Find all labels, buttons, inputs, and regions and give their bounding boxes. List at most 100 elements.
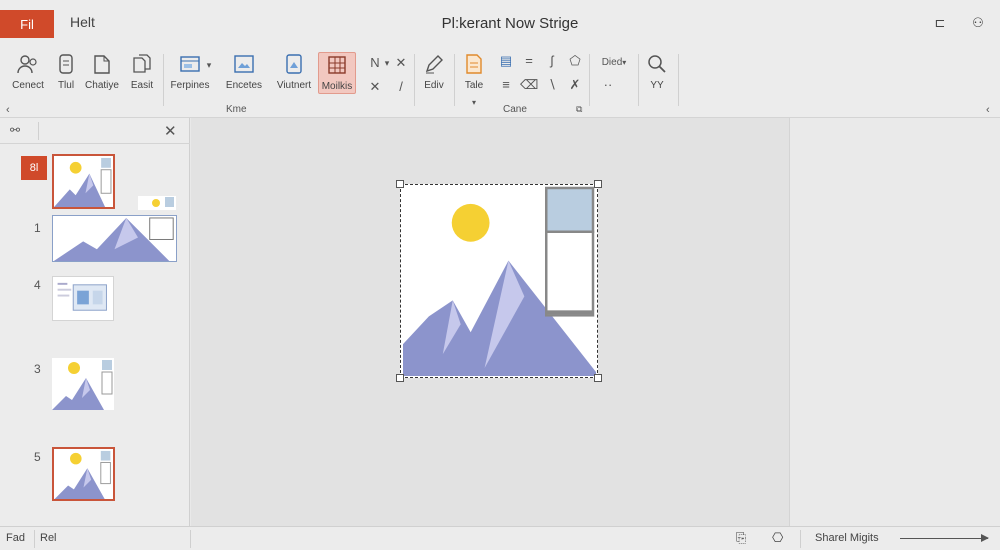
- died-dropdown[interactable]: Died▾: [596, 54, 632, 72]
- slide-thumbnail-mini[interactable]: [138, 196, 176, 210]
- shape-small-icon[interactable]: ⬠: [566, 52, 584, 70]
- file-tab[interactable]: Fil: [0, 10, 54, 38]
- slash-icon[interactable]: ∖: [543, 76, 561, 94]
- group-label-cane: Cane: [503, 104, 527, 115]
- resize-handle-top-right[interactable]: [594, 180, 602, 188]
- pencil-icon: [425, 55, 443, 74]
- ribbon-separator: [589, 54, 590, 106]
- slide-thumbnail[interactable]: [52, 215, 177, 262]
- list-icon[interactable]: ≡: [497, 76, 515, 94]
- comment-icon[interactable]: ⎘: [736, 530, 746, 546]
- minimize-icon[interactable]: ⊏: [928, 12, 952, 34]
- ribbon-separator: [638, 54, 639, 106]
- collapse-ribbon-icon[interactable]: ‹: [6, 104, 10, 116]
- clear-format-icon[interactable]: ✕: [392, 54, 410, 72]
- close-icon[interactable]: ✕: [164, 122, 177, 140]
- slide-number: 1: [34, 221, 41, 235]
- pane-toggle-icon[interactable]: ⚯: [10, 123, 20, 137]
- tell-me-icon[interactable]: ⚇: [966, 12, 990, 34]
- slide-canvas[interactable]: [191, 118, 789, 526]
- tale-label: Tale: [464, 80, 484, 91]
- search-label: YY: [650, 80, 664, 91]
- change-button[interactable]: Chatiye: [84, 52, 120, 94]
- resize-handle-top-left[interactable]: [396, 180, 404, 188]
- italic-icon[interactable]: /: [392, 78, 410, 96]
- pages-icon: [133, 54, 151, 73]
- doc-small-icon[interactable]: ▤: [497, 52, 515, 70]
- slide-thumbnail[interactable]: [52, 276, 114, 321]
- change-label: Chatiye: [85, 80, 119, 91]
- resize-handle-bottom-left[interactable]: [396, 374, 404, 382]
- picture-icon: [234, 55, 254, 73]
- document-title: Pl:kerant Now Strige: [441, 15, 579, 32]
- slide-thumbnails-pane: ⚯ ✕ 8l 1 4 3 5: [0, 118, 190, 526]
- encetes-label: Encetes: [225, 80, 263, 91]
- wrap-icon[interactable]: ʃ: [543, 52, 561, 70]
- slide-image: [53, 217, 174, 261]
- ferpines-label: Ferpines: [170, 80, 210, 91]
- ribbon-separator: [454, 54, 455, 106]
- ribbon-separator: [678, 54, 679, 106]
- layout-icon: [180, 56, 200, 72]
- ribbon-separator: [414, 54, 415, 106]
- slide-image: [54, 450, 111, 499]
- page-icon: [94, 55, 110, 74]
- died-label: Died: [601, 57, 623, 68]
- document-icon: [59, 54, 73, 74]
- moilkis-button[interactable]: Moilkis: [318, 52, 356, 94]
- mountain-image: [403, 186, 596, 376]
- shape-icon: [286, 54, 302, 74]
- current-slide-badge: 8l: [21, 156, 47, 180]
- people-icon: [17, 55, 37, 74]
- group-launcher-icon[interactable]: ⧉: [576, 104, 582, 115]
- group-label-image: Kme: [226, 104, 247, 115]
- lock-icon[interactable]: ⎔: [772, 530, 783, 546]
- status-separator: [190, 530, 191, 548]
- zoom-slider[interactable]: [900, 534, 989, 542]
- slide-image: [52, 360, 113, 410]
- connect-button[interactable]: Cenect: [10, 52, 46, 94]
- tale-button[interactable]: Tale: [460, 52, 488, 94]
- slide-number: 5: [34, 450, 41, 464]
- slide-image: [54, 157, 112, 207]
- slide-image: [57, 282, 107, 311]
- encetes-button[interactable]: Encetes: [222, 52, 266, 94]
- ferpines-dropdown-icon[interactable]: ▾: [200, 56, 218, 74]
- ribbon-separator: [163, 54, 164, 106]
- slide-number: 3: [34, 362, 41, 376]
- align-icon[interactable]: =: [520, 52, 538, 70]
- viutnert-label: Viutnert: [276, 80, 312, 91]
- title-button[interactable]: Tlul: [52, 52, 80, 94]
- ribbon: Cenect Tlul Chatiye Easit Ferpines ▾ Enc…: [0, 48, 1000, 118]
- status-bar: Fad Rel ⎘ ⎔ Sharel Migits: [0, 526, 1000, 550]
- viutnert-button[interactable]: Viutnert: [272, 52, 316, 94]
- search-button[interactable]: YY: [643, 52, 671, 94]
- status-left-label[interactable]: Fad: [6, 532, 25, 544]
- status-separator: [34, 530, 35, 548]
- slide-thumbnail[interactable]: [52, 447, 115, 501]
- edit-button[interactable]: Ediv: [420, 52, 448, 94]
- status-second-label[interactable]: Rel: [40, 532, 57, 544]
- grid-icon[interactable]: ✗: [566, 76, 584, 94]
- table-icon: [328, 56, 346, 74]
- more-dots[interactable]: ··: [598, 76, 618, 94]
- easit-button[interactable]: Easit: [126, 52, 158, 94]
- eraser-icon[interactable]: ⌫: [520, 76, 538, 94]
- slide-thumbnail[interactable]: [52, 358, 114, 410]
- selected-image[interactable]: [400, 184, 598, 378]
- resize-handle-bottom-right[interactable]: [594, 374, 602, 382]
- pane-header-separator: [38, 122, 39, 140]
- remove-icon[interactable]: ✕: [366, 78, 384, 96]
- expand-ribbon-icon[interactable]: ‹: [986, 104, 990, 116]
- help-tab[interactable]: Helt: [66, 14, 99, 36]
- slide-number: 4: [34, 278, 41, 292]
- status-separator: [800, 530, 801, 548]
- right-side-pane: [789, 118, 1000, 526]
- note-icon: [466, 54, 482, 74]
- edit-label: Ediv: [424, 80, 444, 91]
- died-dropdown-icon: ▾: [622, 58, 627, 67]
- title-bar: Fil Helt Pl:kerant Now Strige ⊏ ⚇: [0, 0, 1000, 48]
- slide-image-mini: [152, 197, 174, 207]
- tale-more-icon[interactable]: ▾: [465, 94, 483, 112]
- slide-thumbnail[interactable]: [52, 154, 115, 209]
